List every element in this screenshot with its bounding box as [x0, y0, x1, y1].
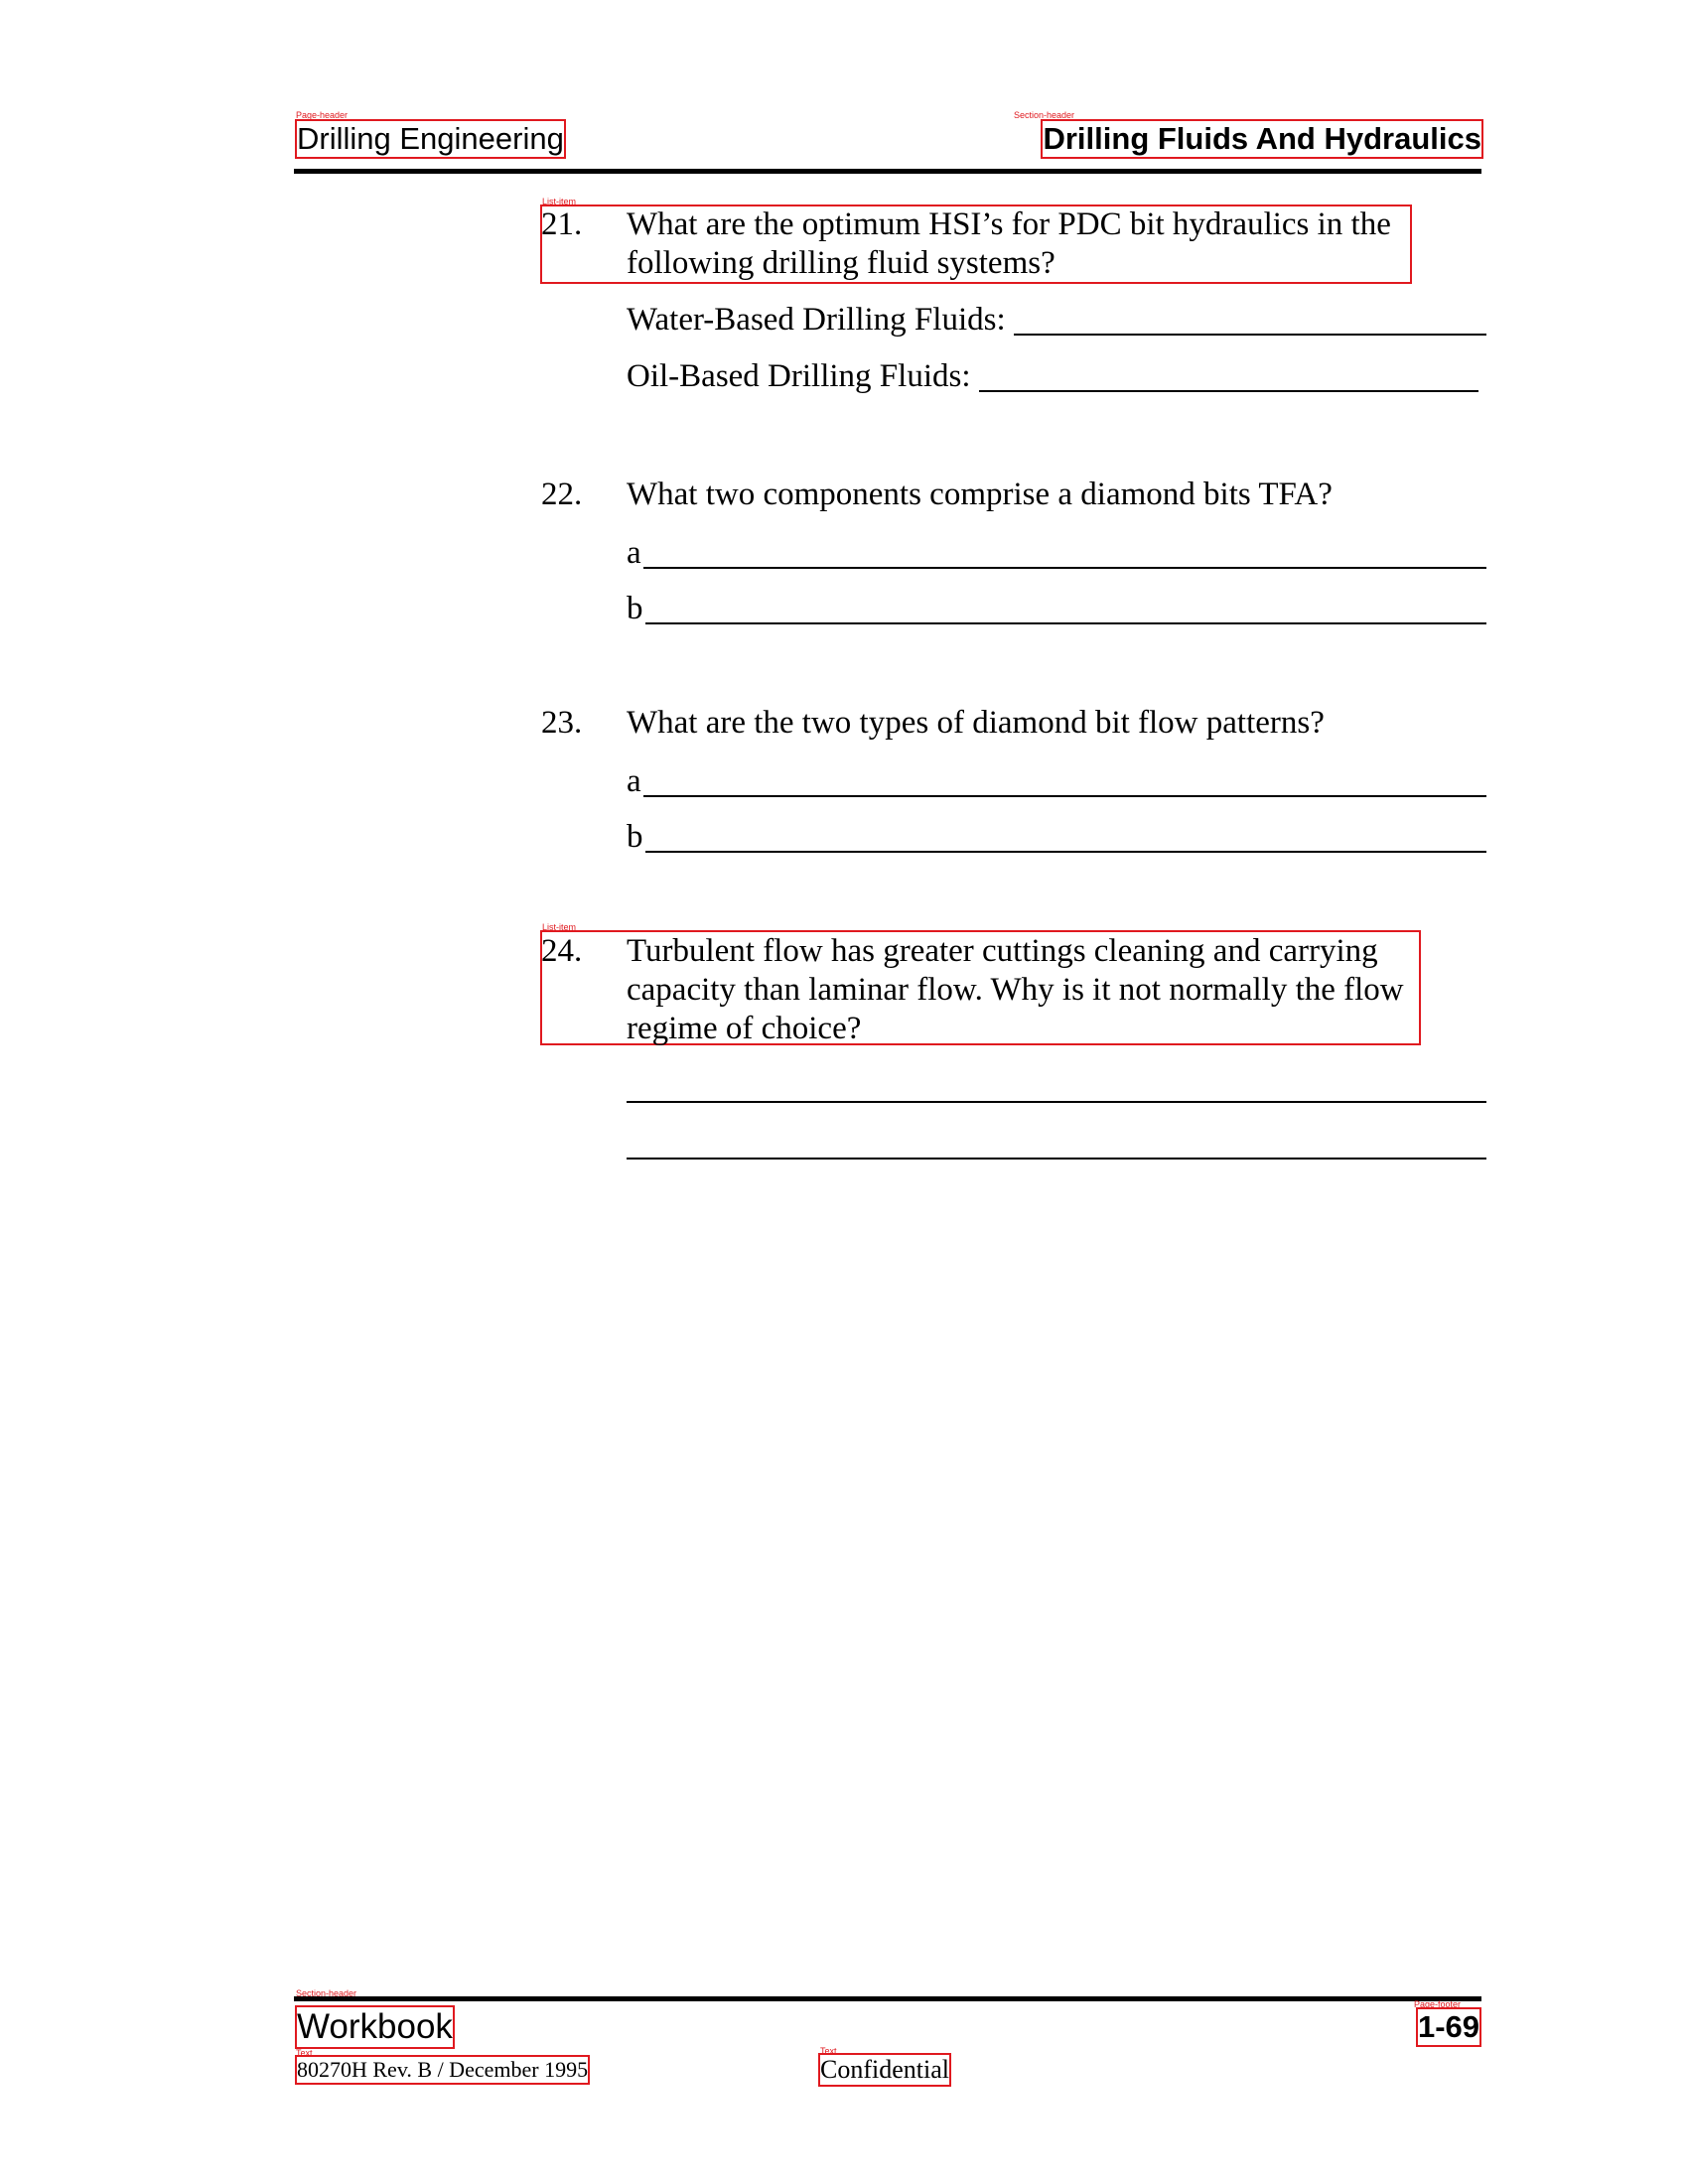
- answer-blank-a[interactable]: [642, 765, 1486, 797]
- answer-label: Oil-Based Drilling Fluids:: [627, 358, 971, 394]
- page-header-tag: Page-header: [296, 110, 349, 120]
- question-text: What are the two types of diamond bit fl…: [627, 705, 1325, 741]
- workbook-tag: Section-header: [296, 1988, 357, 1998]
- answer-blank-a[interactable]: [642, 537, 1486, 569]
- answer-label: Water-Based Drilling Fluids:: [627, 302, 1006, 338]
- answer-blank-line-2[interactable]: [627, 1158, 1486, 1160]
- question-number: 24.: [541, 933, 583, 969]
- question-number: 22.: [541, 477, 583, 512]
- answer-label: a: [627, 535, 641, 571]
- answer-blank-water-based[interactable]: [1013, 304, 1486, 336]
- answer-b: b: [627, 818, 1486, 857]
- header-rule: [294, 169, 1481, 174]
- question-text: What are the optimum HSI’s for PDC bit h…: [627, 206, 1391, 281]
- answer-b: b: [627, 590, 1486, 628]
- question-text: What two components comprise a diamond b…: [627, 477, 1333, 512]
- page-header-title: Drilling Engineering: [295, 119, 566, 159]
- answer-blank-b[interactable]: [644, 821, 1486, 853]
- answer-blank-line-1[interactable]: [627, 1101, 1486, 1103]
- answer-label: b: [627, 819, 643, 855]
- question-number: 23.: [541, 705, 583, 741]
- answer-blank-oil-based[interactable]: [978, 360, 1478, 392]
- answer-a: a: [627, 762, 1486, 801]
- page-number-tag: Page-footer: [1414, 1999, 1462, 2009]
- footer-rule: [294, 1996, 1481, 2001]
- question-number: 21.: [541, 206, 583, 242]
- answer-a: a: [627, 534, 1486, 573]
- answer-water-based: Water-Based Drilling Fluids:: [627, 301, 1486, 340]
- footer-workbook: Workbook: [295, 2005, 455, 2049]
- answer-label: a: [627, 763, 641, 799]
- answer-label: b: [627, 591, 643, 626]
- answer-blank-b[interactable]: [644, 593, 1486, 624]
- question-text: Turbulent flow has greater cuttings clea…: [627, 933, 1404, 1046]
- footer-revision: 80270H Rev. B / December 1995: [294, 2055, 591, 2085]
- answer-oil-based: Oil-Based Drilling Fluids:: [627, 357, 1478, 396]
- question-24-tag: List-item: [542, 922, 577, 932]
- section-header-tag: Section-header: [1014, 110, 1075, 120]
- section-header-title: Drilling Fluids And Hydraulics: [1041, 119, 1483, 159]
- footer-page-number: 1-69: [1415, 2007, 1482, 2047]
- footer-confidential: Confidential: [818, 2053, 951, 2087]
